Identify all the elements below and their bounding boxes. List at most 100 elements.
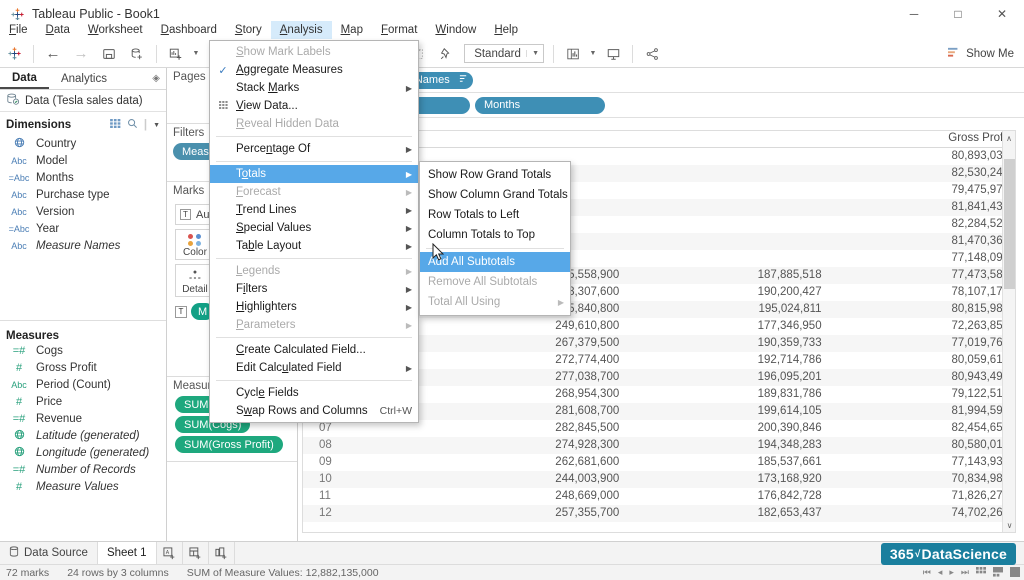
measure-latitude-generated[interactable]: Latitude (generated) [0,427,166,444]
sort-icon[interactable] [458,74,469,86]
measure-cogs[interactable]: =# Cogs [0,342,166,359]
table-row[interactable]: 08 274,928,300 194,348,283 80,580,017 [303,436,1015,454]
nav-prev-icon[interactable]: ◂ [938,567,943,578]
totals-menu-item-remove-all-subtotals[interactable]: Remove All Subtotals [420,272,570,292]
new-data-source-icon[interactable] [123,41,151,67]
measure-measure-values[interactable]: # Measure Values [0,478,166,495]
menu-help[interactable]: Help [485,21,527,39]
share-icon[interactable] [638,41,666,67]
dimension-country[interactable]: Country [0,135,166,152]
measure-gross-profit[interactable]: # Gross Profit [0,359,166,376]
menu-window[interactable]: Window [426,21,485,39]
analysis-menu-item-highlighters[interactable]: Highlighters ▶ [210,298,418,316]
fit-dropdown[interactable]: Standard ▼ [464,44,544,63]
analysis-menu-item-totals[interactable]: Totals ▶ [210,165,418,183]
table-row[interactable]: 10 244,003,900 173,168,920 70,834,980 [303,470,1015,488]
vertical-scrollbar[interactable]: ∧ ∨ [1002,131,1015,532]
totals-menu-item-total-all-using[interactable]: Total All Using ▶ [420,292,570,312]
measure-pill[interactable]: SUM(Gross Profit) [175,436,283,453]
analysis-menu-item-view-data[interactable]: View Data... [210,97,418,115]
forward-icon[interactable]: → [67,41,95,67]
pin-icon[interactable] [432,41,460,67]
totals-menu-item-add-all-subtotals[interactable]: Add All Subtotals [420,252,570,272]
tableau-home-icon[interactable] [0,41,28,67]
new-worksheet-caret-icon[interactable]: ▼ [190,50,202,57]
pin-pane-icon[interactable]: ◈ [146,68,166,89]
analysis-menu-item-forecast[interactable]: Forecast ▶ [210,183,418,201]
analysis-menu-item-swap-rows-and-columns[interactable]: Swap Rows and Columns Ctrl+W [210,402,418,420]
scroll-down-arrow[interactable]: ∨ [1003,518,1015,532]
analysis-menu-item-special-values[interactable]: Special Values ▶ [210,219,418,237]
save-icon[interactable] [95,41,123,67]
analysis-menu-item-legends[interactable]: Legends ▶ [210,262,418,280]
grid-view-icon[interactable] [109,119,121,131]
presentation-mode-icon[interactable] [599,41,627,67]
totals-menu-item-show-column-grand-totals[interactable]: Show Column Grand Totals [420,185,570,205]
dimension-months[interactable]: =Abc Months [0,169,166,186]
back-icon[interactable]: ← [39,41,67,67]
sheet-view-icon[interactable] [1010,566,1020,579]
totals-menu-item-column-totals-to-top[interactable]: Column Totals to Top [420,225,570,245]
nav-first-icon[interactable]: ⏮ [923,567,931,578]
analysis-menu-item-table-layout[interactable]: Table Layout ▶ [210,237,418,255]
analysis-menu-item-stack-marks[interactable]: Stack Marks ▶ [210,79,418,97]
table-row[interactable]: 11 248,669,000 176,842,728 71,826,272 [303,488,1015,505]
show-me-button[interactable]: Show Me [947,44,1014,64]
analysis-menu-item-reveal-hidden-data[interactable]: Reveal Hidden Data [210,115,418,133]
grid-view-icon[interactable] [976,566,986,579]
measure-revenue[interactable]: =# Revenue [0,410,166,427]
menu-map[interactable]: Map [332,21,372,39]
analysis-menu-item-percentage-of[interactable]: Percentage Of ▶ [210,140,418,158]
rows-drop-zone[interactable]: ear Months [356,96,1024,114]
table-row[interactable]: 09 262,681,600 185,537,661 77,143,939 [303,454,1015,471]
new-dashboard-icon[interactable] [183,542,209,564]
menu-worksheet[interactable]: Worksheet [79,21,152,39]
totals-menu-item-row-totals-to-left[interactable]: Row Totals to Left [420,205,570,225]
menu-story[interactable]: Story [226,21,271,39]
cards-caret-icon[interactable]: ▼ [587,50,599,57]
scrollbar-thumb[interactable] [1004,159,1015,289]
rows-pill-months[interactable]: Months [475,96,605,114]
filmstrip-view-icon[interactable] [993,566,1003,579]
analysis-menu-item-show-mark-labels[interactable]: Show Mark Labels [210,43,418,61]
menu-file[interactable]: File [0,21,37,39]
nav-next-icon[interactable]: ▸ [949,567,954,578]
chevron-down-icon[interactable]: ▼ [153,122,160,129]
nav-last-icon[interactable]: ⏭ [961,567,969,578]
measure-longitude-generated[interactable]: Longitude (generated) [0,444,166,461]
table-row[interactable]: 12 257,355,700 182,653,437 74,702,263 [303,504,1015,522]
columns-drop-zone[interactable]: Measure Names [356,71,1024,89]
new-worksheet-icon[interactable] [162,41,190,67]
analysis-menu-item-trend-lines[interactable]: Trend Lines ▶ [210,201,418,219]
analysis-menu[interactable]: Show Mark Labels ✓ Aggregate Measures Stack… [209,40,419,423]
dimension-version[interactable]: Abc Version [0,203,166,220]
analysis-menu-item-filters[interactable]: Filters ▶ [210,280,418,298]
measure-period-count[interactable]: Abc Period (Count) [0,376,166,393]
tab-data[interactable]: Data [0,68,49,89]
analysis-menu-item-cycle-fields[interactable]: Cycle Fields [210,384,418,402]
totals-submenu[interactable]: Show Row Grand Totals Show Column Grand T… [419,161,571,316]
menu-format[interactable]: Format [372,21,426,39]
dimension-year[interactable]: =Abc Year [0,220,166,237]
measure-price[interactable]: # Price [0,393,166,410]
analysis-menu-item-parameters[interactable]: Parameters ▶ [210,316,418,334]
menu-analysis[interactable]: Analysis [270,21,332,39]
tab-analytics[interactable]: Analytics [49,68,119,89]
dimension-model[interactable]: Abc Model [0,152,166,169]
show-hide-cards-icon[interactable] [559,41,587,67]
analysis-menu-item-aggregate-measures[interactable]: ✓ Aggregate Measures [210,61,418,79]
dimension-measure-names[interactable]: Abc Measure Names [0,237,166,254]
tab-data-source[interactable]: Data Source [0,542,98,564]
totals-menu-item-show-row-grand-totals[interactable]: Show Row Grand Totals [420,165,570,185]
search-icon[interactable] [127,118,138,132]
dimension-purchase-type[interactable]: Abc Purchase type [0,186,166,203]
menu-dashboard[interactable]: Dashboard [152,21,226,39]
sheet-tab-sheet1[interactable]: Sheet 1 [97,542,157,564]
menu-data[interactable]: Data [37,21,79,39]
scroll-up-arrow[interactable]: ∧ [1003,131,1015,145]
measure-number-of-records[interactable]: =# Number of Records [0,461,166,478]
data-source-item[interactable]: Data (Tesla sales data) [0,90,166,112]
analysis-menu-item-edit-calculated-field[interactable]: Edit Calculated Field ▶ [210,359,418,377]
new-story-icon[interactable] [209,542,235,564]
analysis-menu-item-create-calculated-field[interactable]: Create Calculated Field... [210,341,418,359]
